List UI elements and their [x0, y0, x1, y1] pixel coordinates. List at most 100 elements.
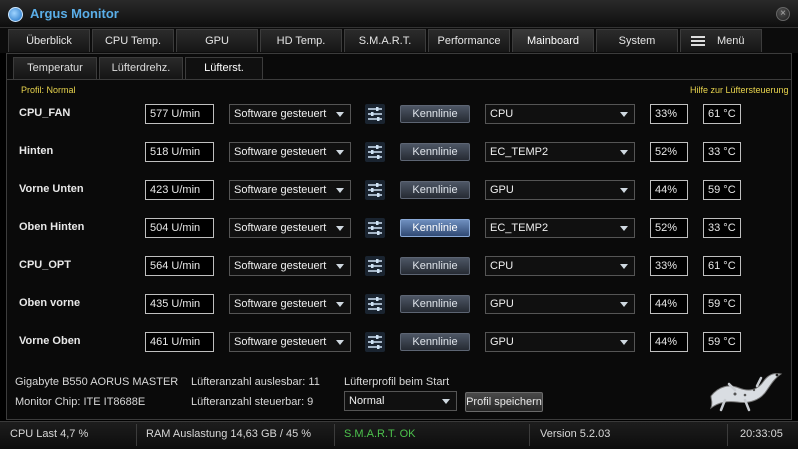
fan-source-value: EC_TEMP2 [490, 146, 549, 158]
chevron-down-icon [620, 340, 628, 345]
menu-label: Menü [717, 35, 745, 47]
fan-count-readable: Lüfteranzahl auslesbar: 11 [191, 376, 320, 388]
start-profile-select[interactable]: Normal [344, 391, 457, 411]
fan-percent: 33% [650, 256, 688, 276]
fan-rpm: 577 U/min [145, 104, 214, 124]
subtab-luftersteuerung[interactable]: Lüfterst. [185, 57, 263, 79]
fan-rpm: 435 U/min [145, 294, 214, 314]
fan-temp: 59 °C [703, 294, 741, 314]
fan-temp: 61 °C [703, 104, 741, 124]
chevron-down-icon [336, 302, 344, 307]
monitor-chip: Monitor Chip: ITE IT8688E [15, 396, 146, 408]
fan-count-controllable: Lüfteranzahl steuerbar: 9 [191, 396, 314, 408]
tab-performance[interactable]: Performance [428, 29, 510, 52]
start-profile-value: Normal [349, 395, 385, 407]
fan-curve-button[interactable]: Kennlinie [400, 181, 470, 199]
fan-source-select[interactable]: EC_TEMP2 [485, 218, 635, 238]
fan-mode-value: Software gesteuert [234, 146, 327, 158]
status-smart: S.M.A.R.T. OK [344, 428, 416, 440]
fan-curve-settings-icon[interactable] [365, 256, 385, 276]
status-clock: 20:33:05 [740, 428, 783, 440]
fan-mode-value: Software gesteuert [234, 184, 327, 196]
fan-curve-settings-icon[interactable] [365, 294, 385, 314]
chevron-down-icon [442, 399, 450, 404]
fan-name: Oben Hinten [19, 221, 85, 233]
fan-source-select[interactable]: GPU [485, 332, 635, 352]
fan-mode-value: Software gesteuert [234, 336, 327, 348]
chevron-down-icon [336, 226, 344, 231]
fan-source-value: GPU [490, 336, 514, 348]
help-link[interactable]: Hilfe zur Lüftersteuerung [690, 85, 790, 95]
title-bar: Argus Monitor × [0, 0, 798, 28]
fan-source-value: CPU [490, 108, 514, 120]
subtab-temperatur[interactable]: Temperatur [13, 57, 97, 79]
fan-mode-select[interactable]: Software gesteuert [229, 142, 351, 162]
status-divider [334, 424, 335, 446]
tab-gpu[interactable]: GPU [176, 29, 258, 52]
fan-mode-select[interactable]: Software gesteuert [229, 332, 351, 352]
fan-mode-select[interactable]: Software gesteuert [229, 218, 351, 238]
fan-curve-settings-icon[interactable] [365, 142, 385, 162]
fan-source-select[interactable]: GPU [485, 180, 635, 200]
chevron-down-icon [620, 150, 628, 155]
fan-curve-button[interactable]: Kennlinie [400, 219, 470, 237]
tab-hd-temp[interactable]: HD Temp. [260, 29, 342, 52]
fan-curve-settings-icon[interactable] [365, 180, 385, 200]
fan-rpm: 423 U/min [145, 180, 214, 200]
fan-curve-button[interactable]: Kennlinie [400, 295, 470, 313]
tab-cpu-temp[interactable]: CPU Temp. [92, 29, 174, 52]
fan-curve-button[interactable]: Kennlinie [400, 143, 470, 161]
status-cpu-load: CPU Last 4,7 % [10, 428, 89, 440]
fan-temp: 33 °C [703, 142, 741, 162]
fan-percent: 33% [650, 104, 688, 124]
fan-percent: 44% [650, 332, 688, 352]
status-divider [136, 424, 137, 446]
chevron-down-icon [620, 264, 628, 269]
app-logo-icon [8, 7, 23, 22]
fan-source-select[interactable]: CPU [485, 256, 635, 276]
close-icon[interactable]: × [776, 7, 790, 21]
chevron-down-icon [620, 188, 628, 193]
fan-rpm: 518 U/min [145, 142, 214, 162]
fan-source-value: GPU [490, 298, 514, 310]
tab-mainboard[interactable]: Mainboard [512, 29, 594, 52]
chevron-down-icon [336, 150, 344, 155]
subtab-luefterdrehzahl[interactable]: Lüfterdrehz. [99, 57, 183, 79]
fan-rpm: 461 U/min [145, 332, 214, 352]
main-tab-bar: Überblick CPU Temp. GPU HD Temp. S.M.A.R… [0, 28, 798, 53]
mainboard-panel: Temperatur Lüfterdrehz. Lüfterst. Profil… [6, 53, 792, 420]
fan-source-select[interactable]: GPU [485, 294, 635, 314]
fan-mode-select[interactable]: Software gesteuert [229, 256, 351, 276]
fan-mode-value: Software gesteuert [234, 108, 327, 120]
fan-percent: 44% [650, 294, 688, 314]
fan-curve-settings-icon[interactable] [365, 104, 385, 124]
profile-label: Profil: Normal [21, 85, 76, 95]
fan-curve-button[interactable]: Kennlinie [400, 257, 470, 275]
menu-icon [691, 36, 705, 46]
save-profile-button[interactable]: Profil speichern [465, 392, 543, 412]
start-profile-label: Lüfterprofil beim Start [344, 376, 450, 388]
fan-name: Hinten [19, 145, 54, 157]
fan-source-select[interactable]: CPU [485, 104, 635, 124]
fan-name: Vorne Oben [19, 335, 81, 347]
fan-mode-select[interactable]: Software gesteuert [229, 294, 351, 314]
status-bar: CPU Last 4,7 % RAM Auslastung 14,63 GB /… [0, 421, 798, 449]
fan-source-select[interactable]: EC_TEMP2 [485, 142, 635, 162]
fan-mode-select[interactable]: Software gesteuert [229, 104, 351, 124]
fan-rpm: 564 U/min [145, 256, 214, 276]
tab-smart[interactable]: S.M.A.R.T. [344, 29, 426, 52]
fan-mode-value: Software gesteuert [234, 260, 327, 272]
tab-ueberblick[interactable]: Überblick [8, 29, 90, 52]
fan-curve-button[interactable]: Kennlinie [400, 105, 470, 123]
fan-mode-select[interactable]: Software gesteuert [229, 180, 351, 200]
status-divider [727, 424, 728, 446]
fan-percent: 52% [650, 218, 688, 238]
status-divider [529, 424, 530, 446]
tab-menu[interactable]: Menü [680, 29, 762, 52]
tab-system[interactable]: System [596, 29, 678, 52]
fan-source-value: CPU [490, 260, 514, 272]
fan-source-value: GPU [490, 184, 514, 196]
fan-curve-button[interactable]: Kennlinie [400, 333, 470, 351]
fan-curve-settings-icon[interactable] [365, 332, 385, 352]
fan-curve-settings-icon[interactable] [365, 218, 385, 238]
